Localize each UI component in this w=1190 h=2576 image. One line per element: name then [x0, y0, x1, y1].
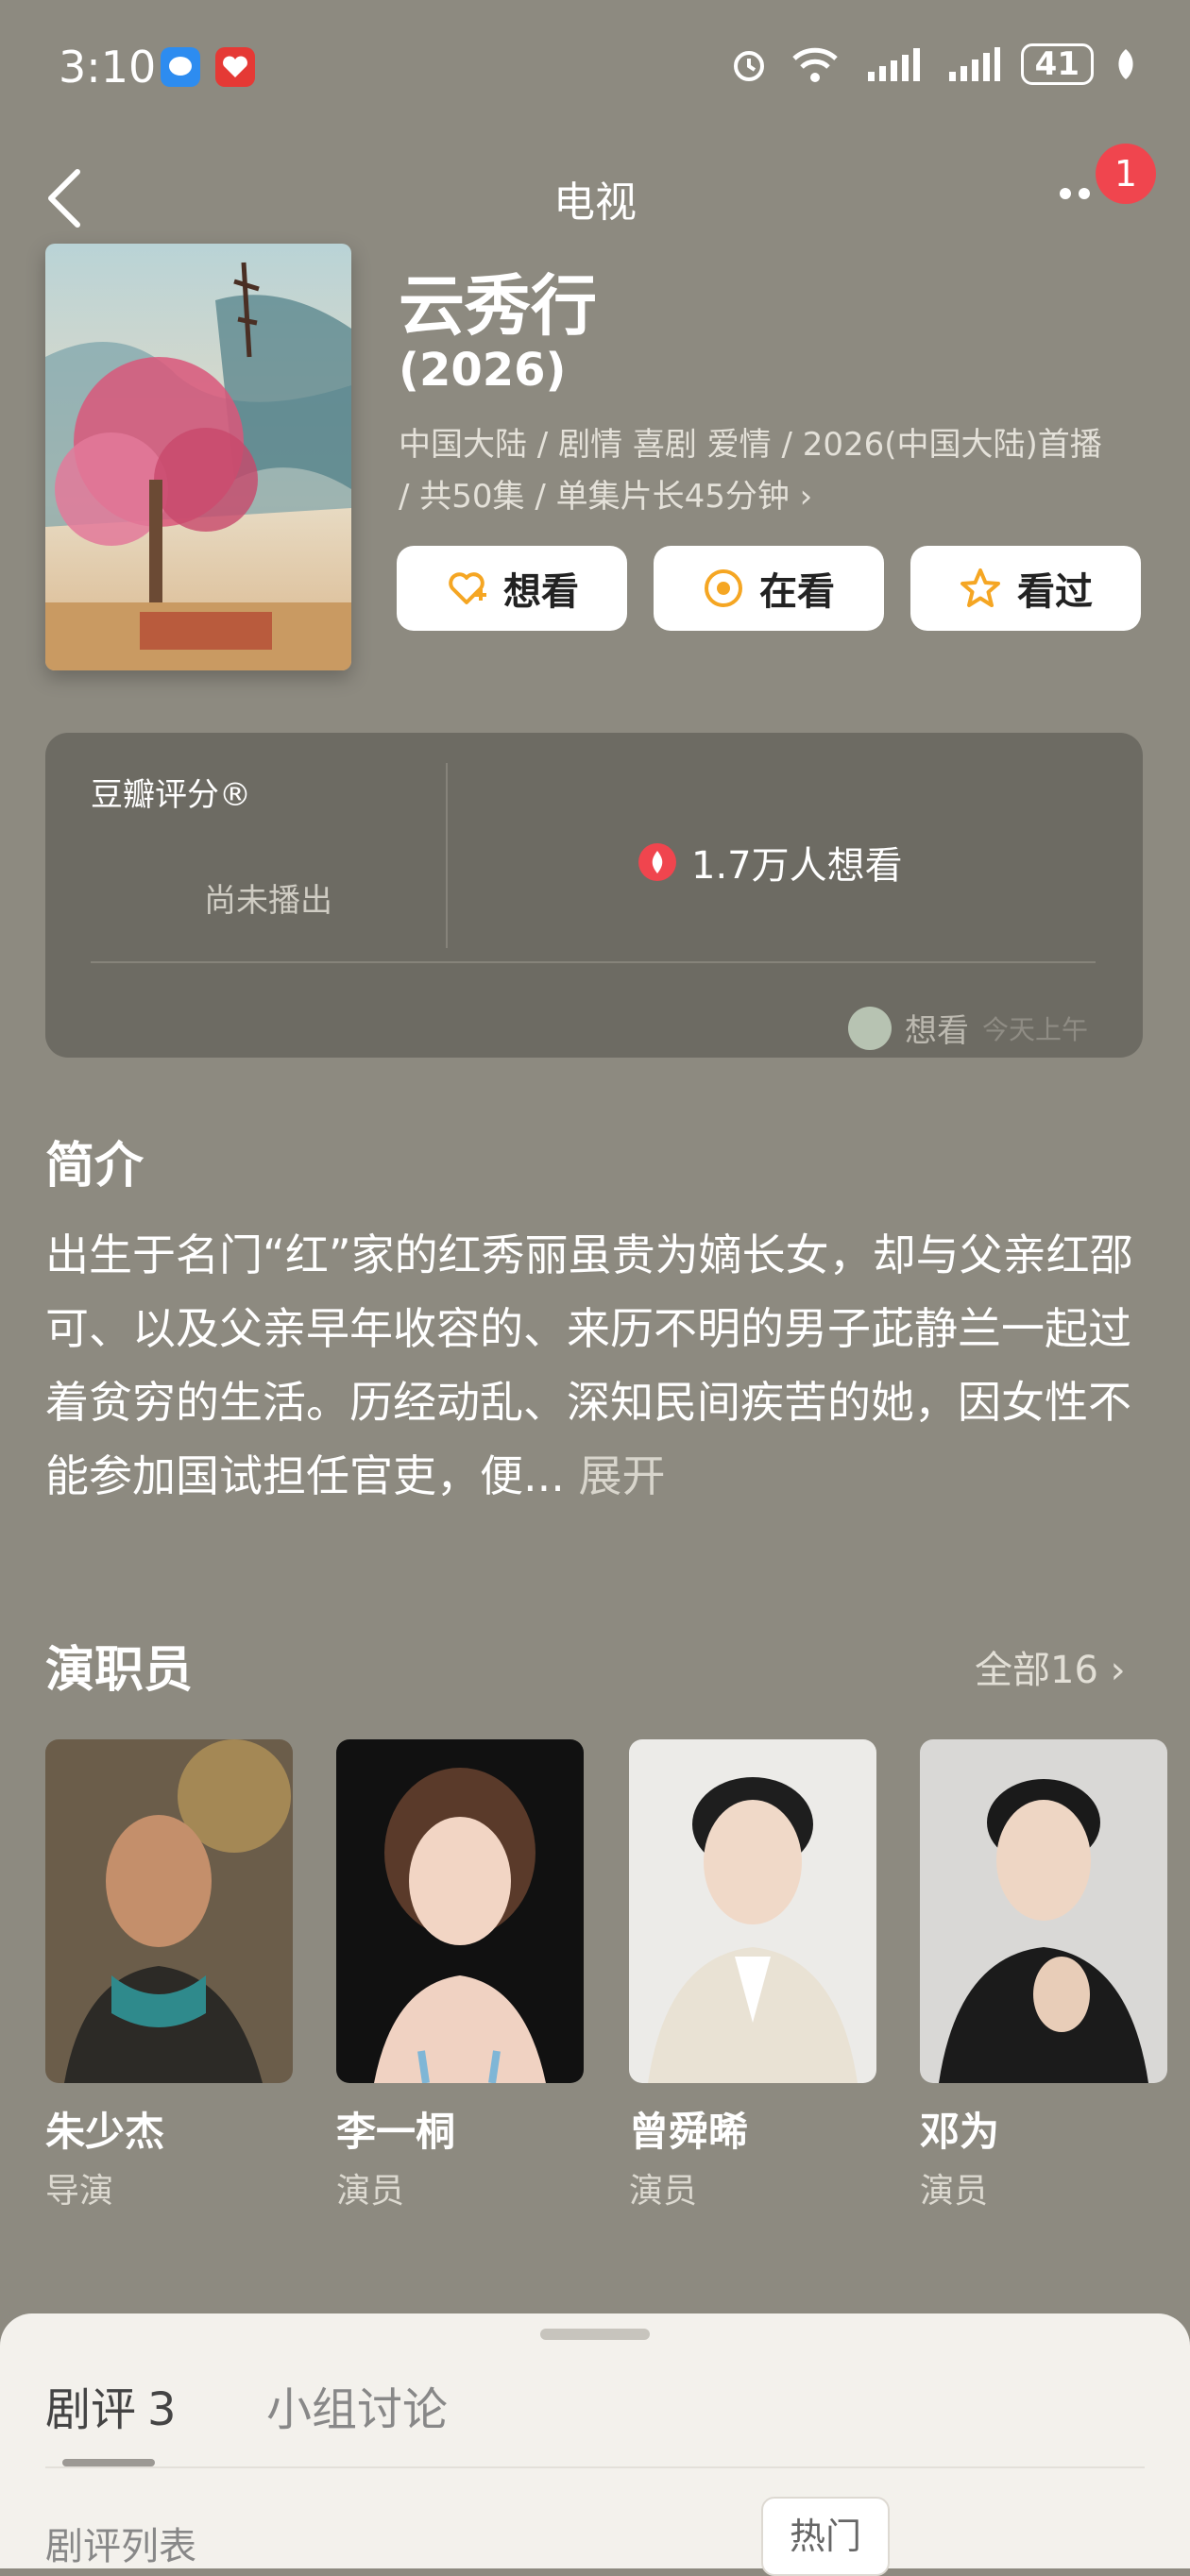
cast-role: 演员 [629, 2172, 698, 2211]
want-count-text: 1.7万人想看 [691, 844, 903, 888]
leaf-icon [1118, 49, 1133, 79]
sort-hot-button[interactable]: 热门 [761, 2497, 890, 2576]
cast-name: 曾舜晞 [629, 2109, 749, 2155]
recent-time: 今天上午 [982, 1013, 1089, 1045]
show-poster[interactable] [45, 244, 351, 670]
show-title: 云秀行 [399, 267, 597, 345]
watching-button[interactable]: 在看 [654, 546, 884, 631]
cast-card[interactable]: 曾舜晞 演员 [629, 1739, 876, 2212]
cast-role: 导演 [45, 2172, 114, 2211]
rating-status: 尚未播出 [204, 882, 332, 920]
want-to-watch-label: 想看 [503, 570, 579, 614]
recent-activity[interactable]: 想看 今天上午 [848, 1005, 1088, 1051]
battery-indicator: 41 [1020, 43, 1094, 85]
status-icons: 41 [728, 43, 1137, 85]
star-icon [960, 568, 1000, 607]
avatar [848, 1006, 892, 1050]
watched-button[interactable]: 看过 [910, 546, 1141, 631]
want-count: 1.7万人想看 [638, 835, 903, 890]
target-circle-icon [705, 569, 742, 607]
heart-plus-icon [449, 572, 486, 604]
cast-role: 演员 [920, 2172, 989, 2211]
alarm-icon [733, 51, 764, 81]
cast-name: 朱少杰 [45, 2109, 165, 2155]
wifi-icon [791, 47, 838, 82]
active-tab-indicator [62, 2459, 155, 2466]
review-list-label: 剧评列表 [45, 2525, 196, 2568]
tab-reviews-label: 剧评 [45, 2383, 137, 2436]
want-to-watch-button[interactable]: 想看 [397, 546, 627, 631]
cast-photo [920, 1739, 1167, 2083]
signal-icon [867, 48, 920, 81]
synopsis-heading: 简介 [45, 1138, 144, 1195]
cast-card[interactable]: 李一桐 演员 [336, 1739, 584, 2212]
heart-app-icon [215, 47, 255, 87]
notification-badge: 1 [1096, 144, 1156, 204]
show-meta[interactable]: 中国大陆 / 剧情 喜剧 爱情 / 2026(中国大陆)首播 / 共50集 / … [399, 419, 1116, 523]
watching-label: 在看 [759, 570, 835, 614]
cast-photo [45, 1739, 293, 2083]
expand-link[interactable]: 展开 [579, 1450, 666, 1501]
cast-all-link[interactable]: 全部16 › [975, 1639, 1126, 1694]
recent-action: 想看 [905, 1012, 969, 1050]
signal-icon-2 [948, 47, 1000, 81]
cast-heading: 演职员 [45, 1642, 194, 1699]
rating-label: 豆瓣评分® [91, 776, 251, 814]
card-divider [91, 961, 1096, 963]
cast-photo [336, 1739, 584, 2083]
cast-name: 邓为 [920, 2109, 1000, 2155]
tab-group-discussion[interactable]: 小组讨论 [266, 2372, 448, 2438]
cast-role: 演员 [336, 2172, 405, 2211]
sheet-grabber[interactable] [540, 2329, 650, 2340]
cast-card[interactable]: 朱少杰 导演 [45, 1739, 293, 2212]
status-time: 3:10 [59, 42, 157, 93]
cast-card[interactable]: 邓为 演员 [920, 1739, 1167, 2212]
cast-name: 李一桐 [336, 2109, 456, 2155]
flame-icon [638, 843, 676, 881]
synopsis-text: 出生于名门“红”家的红秀丽虽贵为嫡长女，却与父亲红邵可、以及父亲早年收容的、来历… [45, 1218, 1150, 1513]
watched-label: 看过 [1017, 570, 1093, 614]
card-divider [446, 763, 448, 948]
cast-photo [629, 1739, 876, 2083]
page-title: 电视 [553, 178, 637, 227]
sheet-divider [45, 2466, 1145, 2468]
message-app-icon [161, 47, 200, 87]
show-year: (2026) [399, 344, 567, 397]
tab-reviews[interactable]: 剧评 3 [45, 2372, 177, 2438]
tab-reviews-count: 3 [147, 2383, 177, 2436]
